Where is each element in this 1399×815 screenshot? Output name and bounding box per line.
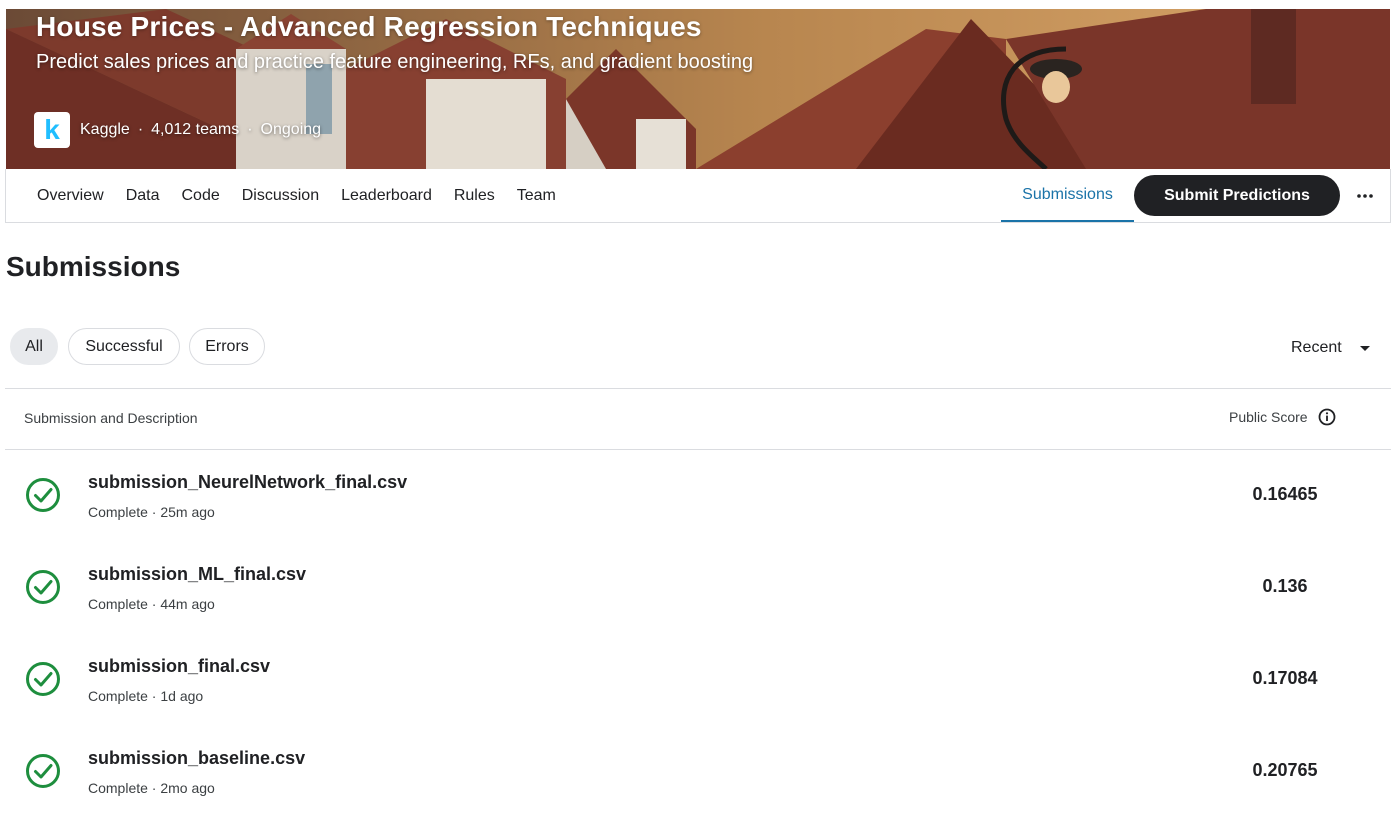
filter-chip-successful[interactable]: Successful bbox=[68, 328, 180, 365]
page-title: Submissions bbox=[6, 251, 181, 282]
column-header-score: Public Score bbox=[1229, 408, 1336, 426]
tab-rules[interactable]: Rules bbox=[454, 187, 495, 205]
check-circle-icon bbox=[26, 754, 60, 788]
tab-code[interactable]: Code bbox=[181, 187, 219, 205]
competition-meta: k Kaggle · 4,012 teams · Ongoing bbox=[34, 112, 321, 148]
column-header-submission: Submission and Description bbox=[24, 410, 198, 426]
competition-banner: House Prices - Advanced Regression Techn… bbox=[6, 9, 1390, 169]
check-circle-icon bbox=[26, 570, 60, 604]
table-row[interactable]: submission_baseline.csv Complete · 2mo a… bbox=[5, 726, 1391, 815]
host-name[interactable]: Kaggle bbox=[80, 121, 130, 139]
tab-data[interactable]: Data bbox=[126, 187, 160, 205]
competition-nav: Overview Data Code Discussion Leaderboar… bbox=[5, 169, 1391, 223]
sort-label: Recent bbox=[1291, 339, 1342, 356]
table-row[interactable]: submission_final.csv Complete · 1d ago 0… bbox=[5, 634, 1391, 726]
tab-overview[interactable]: Overview bbox=[37, 187, 104, 205]
tab-submissions[interactable]: Submissions bbox=[1001, 169, 1134, 222]
tab-discussion[interactable]: Discussion bbox=[242, 187, 319, 205]
divider bbox=[5, 388, 1391, 389]
public-score: 0.17084 bbox=[1252, 668, 1318, 688]
submission-status: Complete · 44m ago bbox=[88, 596, 215, 612]
submission-status: Complete · 1d ago bbox=[88, 688, 204, 704]
sort-dropdown[interactable]: Recent bbox=[1291, 336, 1370, 360]
tab-team[interactable]: Team bbox=[517, 187, 556, 205]
filter-chip-errors[interactable]: Errors bbox=[189, 328, 265, 365]
team-count: 4,012 teams bbox=[151, 121, 240, 138]
competition-subtitle: Predict sales prices and practice featur… bbox=[36, 51, 754, 73]
submission-filename[interactable]: submission_NeurelNetwork_final.csv bbox=[88, 472, 407, 493]
kaggle-logo-icon[interactable]: k bbox=[34, 112, 70, 148]
more-horizontal-icon bbox=[1357, 194, 1373, 198]
kaggle-logo-letter: k bbox=[44, 114, 60, 145]
info-icon[interactable] bbox=[1318, 408, 1336, 426]
public-score: 0.16465 bbox=[1252, 484, 1318, 504]
meta-separator: · bbox=[247, 121, 253, 138]
caret-down-icon bbox=[1359, 345, 1370, 351]
tab-leaderboard[interactable]: Leaderboard bbox=[341, 187, 432, 205]
check-circle-icon bbox=[26, 662, 60, 696]
submission-filename[interactable]: submission_baseline.csv bbox=[88, 748, 305, 769]
submission-status: Complete · 2mo ago bbox=[88, 780, 215, 796]
competition-title: House Prices - Advanced Regression Techn… bbox=[36, 11, 702, 42]
public-score: 0.20765 bbox=[1252, 760, 1318, 780]
public-score: 0.136 bbox=[1262, 576, 1308, 596]
more-options-button[interactable] bbox=[1351, 182, 1379, 210]
check-circle-icon bbox=[26, 478, 60, 512]
table-row[interactable]: submission_NeurelNetwork_final.csv Compl… bbox=[5, 450, 1391, 542]
nav-tabs: Overview Data Code Discussion Leaderboar… bbox=[26, 169, 567, 222]
score-header-label: Public Score bbox=[1229, 409, 1308, 425]
table-row[interactable]: submission_ML_final.csv Complete · 44m a… bbox=[5, 542, 1391, 634]
submission-filename[interactable]: submission_ML_final.csv bbox=[88, 564, 306, 585]
meta-separator: · bbox=[137, 121, 144, 138]
competition-status: Ongoing bbox=[260, 121, 322, 138]
submission-filename[interactable]: submission_final.csv bbox=[88, 656, 270, 677]
filter-chip-all[interactable]: All bbox=[10, 328, 58, 365]
submission-status: Complete · 25m ago bbox=[88, 504, 215, 520]
submit-predictions-button[interactable]: Submit Predictions bbox=[1134, 175, 1340, 216]
